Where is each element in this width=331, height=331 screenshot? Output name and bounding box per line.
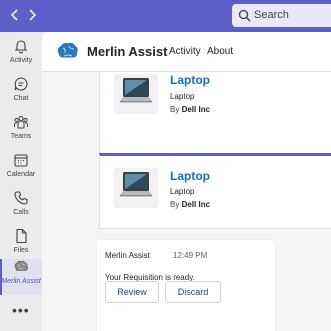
product-title[interactable]: Laptop [170, 73, 210, 87]
forward-arrow-icon[interactable] [26, 8, 38, 22]
product-title[interactable]: Laptop [170, 169, 210, 183]
rail-item-activity[interactable]: Activity [0, 38, 42, 74]
laptop-image [114, 74, 158, 114]
brain-icon [14, 260, 28, 271]
message-sender: Merlin Assist [105, 251, 150, 260]
app-header: Merlin Assist Activity About [42, 32, 331, 72]
file-icon [16, 228, 27, 244]
product-card: Laptop Laptop By Dell Inc [99, 72, 331, 164]
app-rail: Activity Chat Teams Calendar Calls Files… [0, 32, 42, 331]
more-apps-icon[interactable]: ••• [12, 302, 30, 318]
product-subtitle: Laptop [170, 92, 195, 101]
active-indicator [0, 259, 2, 295]
top-bar: Search [0, 0, 331, 32]
search-placeholder: Search [254, 9, 289, 21]
rail-item-calls[interactable]: Calls [0, 190, 42, 226]
back-arrow-icon[interactable] [9, 8, 21, 22]
tab-about[interactable]: About [207, 46, 233, 57]
search-box[interactable]: Search [232, 4, 331, 27]
product-vendor: By Dell Inc [170, 200, 211, 209]
chat-icon [14, 77, 28, 91]
app-title: Merlin Assist [87, 44, 168, 59]
search-icon [238, 9, 251, 22]
laptop-image [114, 168, 158, 208]
product-card: Laptop Laptop By Dell Inc [99, 153, 331, 229]
rail-item-teams[interactable]: Teams [0, 114, 42, 150]
calendar-icon [14, 154, 28, 167]
product-subtitle: Laptop [170, 187, 195, 196]
bot-message: Merlin Assist 12:49 PM Your Requisition … [97, 240, 275, 331]
message-time: 12:49 PM [173, 251, 208, 260]
rail-item-merlin-assist[interactable]: Merlin Assist [0, 259, 42, 295]
review-button[interactable]: Review [105, 281, 159, 303]
discard-button[interactable]: Discard [165, 281, 221, 303]
rail-item-chat[interactable]: Chat [0, 76, 42, 112]
rail-item-calendar[interactable]: Calendar [0, 152, 42, 188]
tab-activity[interactable]: Activity [169, 46, 201, 57]
product-vendor: By Dell Inc [170, 105, 211, 114]
phone-icon [14, 191, 28, 205]
teams-icon [14, 116, 28, 129]
merlin-logo-icon [56, 41, 80, 63]
bell-icon [14, 40, 28, 54]
